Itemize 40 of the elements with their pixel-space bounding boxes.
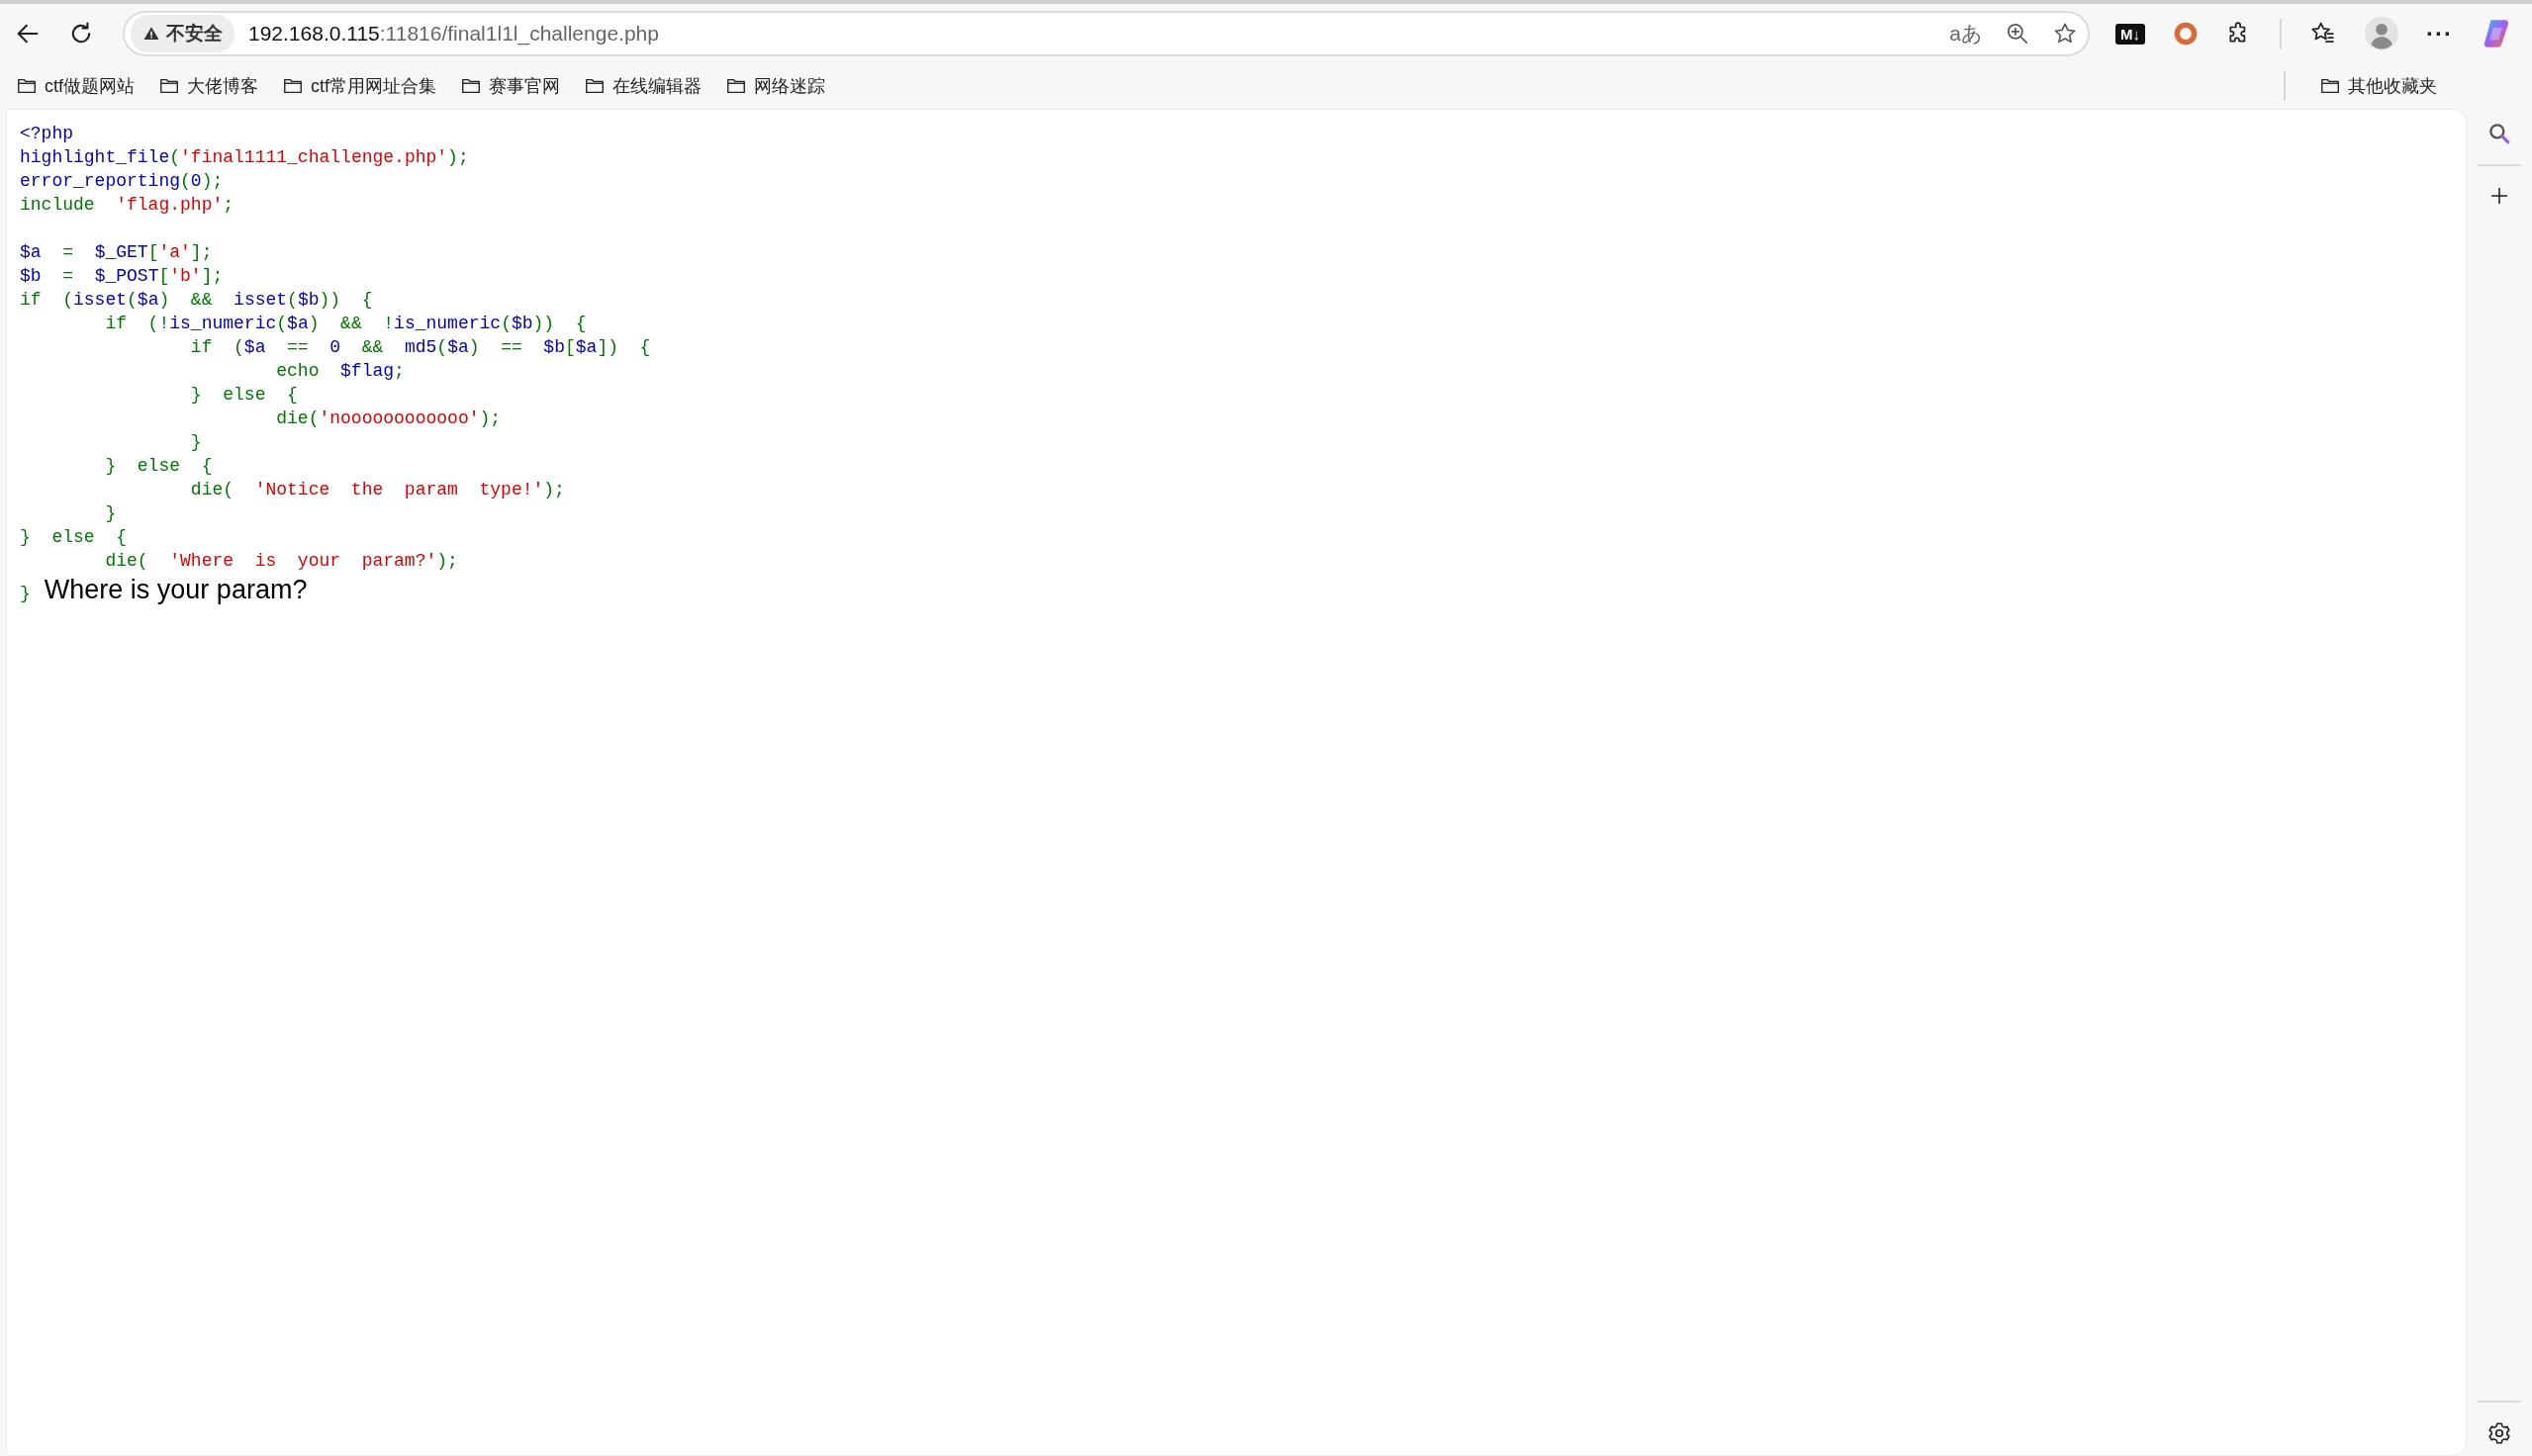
code-line: } else { bbox=[20, 526, 129, 549]
code-line: } bbox=[189, 431, 203, 454]
code-line: } bbox=[20, 583, 31, 605]
other-favorites-folder[interactable]: 其他收藏夹 bbox=[2319, 74, 2437, 98]
bookmark-folder[interactable]: 大佬博客 bbox=[158, 74, 258, 98]
code-line: $a = $_GET['a']; bbox=[20, 241, 214, 264]
settings-icon[interactable] bbox=[2486, 1420, 2512, 1446]
code-line: if (!is_numeric($a) && !is_numeric($b)) { bbox=[104, 313, 588, 335]
page-output-text: Where is your param? bbox=[44, 574, 308, 606]
bookmark-folder[interactable]: ctf常用网址合集 bbox=[282, 74, 437, 98]
security-label: 不安全 bbox=[166, 22, 223, 46]
more-menu-button[interactable]: ··· bbox=[2426, 20, 2453, 47]
code-line: highlight_file('final1111_challenge.php'); bbox=[20, 146, 470, 169]
code-line: echo $flag; bbox=[275, 360, 406, 383]
zoom-in-icon[interactable] bbox=[2005, 21, 2030, 46]
bookmark-folder[interactable]: 网络迷踪 bbox=[725, 74, 826, 98]
code-line: } else { bbox=[104, 455, 214, 478]
code-line: } else { bbox=[189, 384, 299, 407]
code-line: die( 'Notice the param type!'); bbox=[189, 479, 566, 501]
bookmark-folder[interactable]: ctf做题网站 bbox=[16, 74, 135, 98]
search-icon[interactable] bbox=[2486, 121, 2512, 146]
code-line: } bbox=[104, 502, 118, 525]
code-line: error_reporting(0); bbox=[20, 170, 225, 193]
ring-extension-icon[interactable] bbox=[2173, 21, 2199, 46]
security-indicator[interactable]: 不安全 bbox=[131, 15, 234, 52]
address-bar[interactable]: 不安全 192.168.0.115:11816/final1l1l_challenge.php aあ bbox=[123, 11, 2090, 56]
code-line: if (isset($a) && isset($b)) { bbox=[20, 289, 374, 312]
translate-button[interactable]: aあ bbox=[1949, 20, 1983, 47]
warning-icon bbox=[142, 25, 160, 43]
code-line: die( 'Where is your param?'); bbox=[104, 550, 459, 573]
bookmark-folder[interactable]: 赛事官网 bbox=[460, 74, 561, 98]
code-line: <?php bbox=[20, 123, 74, 145]
profile-avatar-icon[interactable] bbox=[2365, 17, 2398, 50]
code-line: if ($a == 0 && md5($a) == $b[$a]) { bbox=[189, 336, 652, 359]
code-line: die('noooooooooooo'); bbox=[275, 408, 503, 430]
bookmark-folder[interactable]: 在线编辑器 bbox=[584, 74, 703, 98]
code-line: $b = $_POST['b']; bbox=[20, 265, 225, 288]
markdown-extension-button[interactable]: M↓ bbox=[2115, 23, 2145, 45]
code-line: include 'flag.php'; bbox=[20, 194, 235, 217]
url-text: 192.168.0.115:11816/final1l1l_challenge.php bbox=[248, 22, 659, 46]
